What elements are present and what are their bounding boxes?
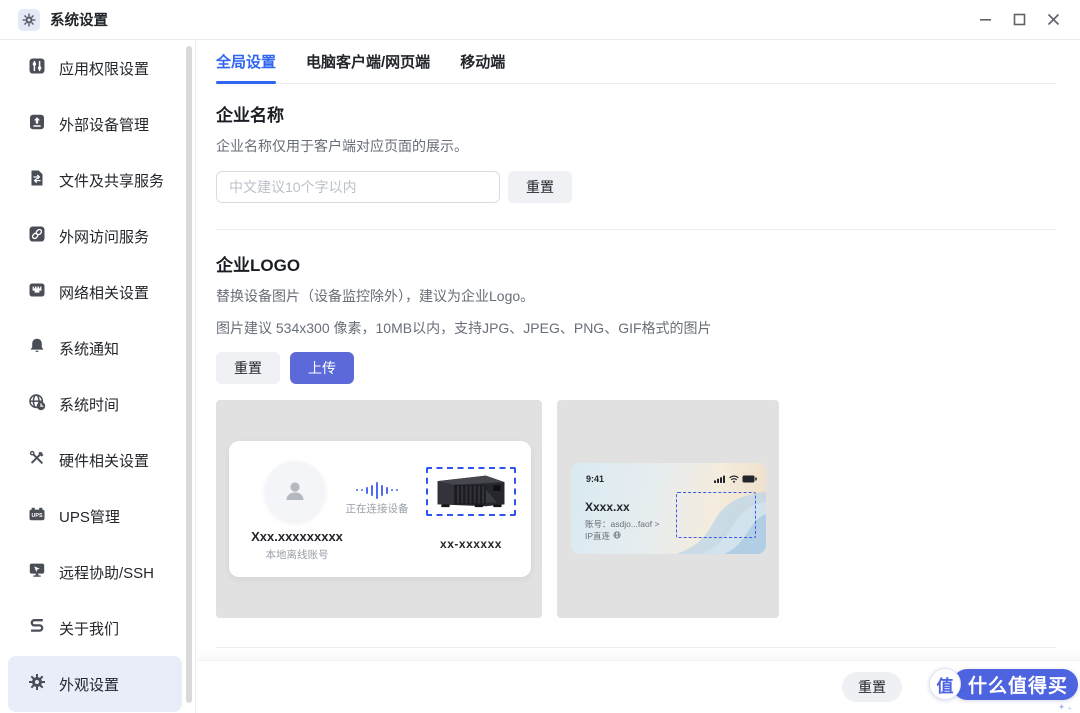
network-port-icon xyxy=(28,281,46,304)
footer-reset-button[interactable]: 重置 xyxy=(842,672,902,702)
main-content: 全局设置 电脑客户端/网页端 移动端 企业名称 企业名称仅用于客户端对应页面的展… xyxy=(197,40,1080,713)
tools-icon xyxy=(28,449,46,472)
sidebar-item-label: 系统时间 xyxy=(59,394,119,415)
account-name: Xxx.xxxxxxxxx xyxy=(229,529,365,544)
logo-placeholder-dashed-box xyxy=(426,467,516,516)
file-share-icon xyxy=(28,169,46,192)
logo-upload-button[interactable]: 上传 xyxy=(290,352,354,384)
globe-icon xyxy=(613,531,621,541)
sidebar-item-about[interactable]: 关于我们 xyxy=(0,600,195,656)
sidebar-item-notifications[interactable]: 系统通知 xyxy=(0,320,195,376)
close-icon[interactable] xyxy=(1040,7,1066,33)
smzdm-watermark-text: 什么值得买 xyxy=(952,669,1078,700)
sidebar-item-label: 硬件相关设置 xyxy=(59,450,149,471)
sidebar-item-label: 网络相关设置 xyxy=(59,282,149,303)
sidebar-item-label: 关于我们 xyxy=(59,618,119,639)
enterprise-name-desc: 企业名称仅用于客户端对应页面的展示。 xyxy=(216,136,1056,156)
phone-time: 9:41 xyxy=(586,474,604,484)
enterprise-name-input[interactable] xyxy=(216,171,500,203)
globe-clock-icon xyxy=(28,393,46,416)
tab-bar: 全局设置 电脑客户端/网页端 移动端 xyxy=(216,40,1056,84)
phone-account-name: Xxxx.xx xyxy=(585,500,630,514)
link-icon xyxy=(28,225,46,248)
device-name: xx-xxxxxx xyxy=(416,537,526,551)
footer-bar: 重置 值 什么值得买 ✦₊ xyxy=(197,660,1080,713)
remote-monitor-icon xyxy=(28,561,46,584)
connecting-text: 正在连接设备 xyxy=(327,501,427,516)
bell-icon xyxy=(28,337,46,360)
mobile-preview-card: 9:41 Xxxx.xx 账号：asdjo...faof > IP直连 xyxy=(557,400,779,618)
enterprise-name-reset-button[interactable]: 重置 xyxy=(508,171,572,203)
sidebar-item-ups[interactable]: UPS UPS管理 xyxy=(0,488,195,544)
sidebar-item-remote-ssh[interactable]: 远程协助/SSH xyxy=(0,544,195,600)
mobile-logo-placeholder-dashed-box xyxy=(676,492,756,538)
sidebar-item-system-time[interactable]: 系统时间 xyxy=(0,376,195,432)
nas-device-image xyxy=(432,469,510,515)
sidebar-item-file-sharing[interactable]: 文件及共享服务 xyxy=(0,152,195,208)
minimize-icon[interactable] xyxy=(972,7,998,33)
sidebar-item-label: UPS管理 xyxy=(59,506,120,527)
logo-desc-line1: 替换设备图片（设备监控除外），建议为企业Logo。 xyxy=(216,286,1056,306)
desktop-preview-card: Xxx.xxxxxxxxx 本地离线账号 正在连接设备 xyxy=(216,400,542,618)
smzdm-watermark: 值 什么值得买 xyxy=(929,668,1078,700)
sidebar-item-label: 外网访问服务 xyxy=(59,226,149,247)
external-device-icon xyxy=(28,113,46,136)
connecting-wave-icon xyxy=(347,479,407,501)
sidebar-item-label: 系统通知 xyxy=(59,338,119,359)
window-title: 系统设置 xyxy=(50,9,108,30)
sidebar-item-label: 应用权限设置 xyxy=(59,58,149,79)
sliders-icon xyxy=(28,57,46,80)
settings-sidebar: 应用权限设置 外部设备管理 文件及共享服务 外网访问服务 网络相关设置 系统通知… xyxy=(0,40,196,713)
sidebar-item-label: 远程协助/SSH xyxy=(59,562,154,583)
battery-icon xyxy=(742,470,757,488)
maximize-icon[interactable] xyxy=(1006,7,1032,33)
logo-title: 企业LOGO xyxy=(216,254,1056,277)
svg-text:UPS: UPS xyxy=(31,513,42,519)
gear-icon xyxy=(28,673,46,696)
logo-desc-line2: 图片建议 534x300 像素，10MB以内，支持JPG、JPEG、PNG、GI… xyxy=(216,318,1056,338)
section-divider xyxy=(216,229,1056,230)
sidebar-item-label: 外观设置 xyxy=(59,674,119,695)
section-divider xyxy=(216,647,1056,648)
mobile-preview-inner: 9:41 Xxxx.xx 账号：asdjo...faof > IP直连 xyxy=(571,463,766,554)
sidebar-item-network[interactable]: 网络相关设置 xyxy=(0,264,195,320)
sidebar-item-label: 外部设备管理 xyxy=(59,114,149,135)
tab-global-settings[interactable]: 全局设置 xyxy=(216,40,276,83)
sidebar-item-hardware[interactable]: 硬件相关设置 xyxy=(0,432,195,488)
phone-account-line: 账号：asdjo...faof > xyxy=(585,518,659,530)
enterprise-name-title: 企业名称 xyxy=(216,104,1056,127)
avatar xyxy=(265,461,325,521)
sidebar-item-external-access[interactable]: 外网访问服务 xyxy=(0,208,195,264)
app-gear-icon xyxy=(18,9,40,31)
title-bar: 系统设置 xyxy=(0,0,1080,40)
logo-reset-button[interactable]: 重置 xyxy=(216,352,280,384)
sidebar-item-label: 文件及共享服务 xyxy=(59,170,164,191)
ups-battery-icon: UPS xyxy=(28,505,46,528)
smzdm-badge-icon: 值 xyxy=(929,668,961,700)
tab-pc-web[interactable]: 电脑客户端/网页端 xyxy=(306,40,430,83)
signal-icon xyxy=(714,470,726,488)
about-logo-icon xyxy=(28,617,46,640)
sidebar-item-external-devices[interactable]: 外部设备管理 xyxy=(0,96,195,152)
sidebar-item-app-permissions[interactable]: 应用权限设置 xyxy=(0,40,195,96)
sparkle-decoration: ✦₊ xyxy=(1058,702,1074,713)
phone-ip-label: IP直连 xyxy=(585,530,610,542)
desktop-preview-inner: Xxx.xxxxxxxxx 本地离线账号 正在连接设备 xyxy=(229,441,531,577)
sidebar-scrollbar[interactable] xyxy=(186,46,192,703)
account-type-label: 本地离线账号 xyxy=(229,547,365,562)
tab-mobile[interactable]: 移动端 xyxy=(460,40,505,83)
sidebar-item-appearance[interactable]: 外观设置 xyxy=(8,656,182,712)
wifi-icon xyxy=(729,470,739,488)
